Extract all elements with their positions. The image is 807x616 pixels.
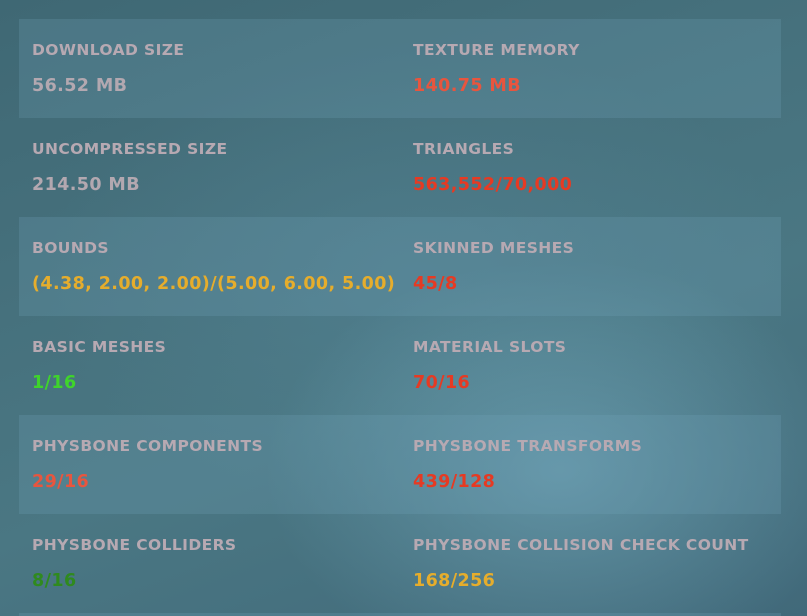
stat-label: SKINNED MESHES	[413, 239, 575, 257]
stats-row-download-texture: DOWNLOAD SIZE 56.52 MB TEXTURE MEMORY 14…	[19, 19, 781, 118]
stat-value: 439/128	[413, 472, 496, 492]
stat-value: 56.52 MB	[32, 76, 128, 96]
stat-physbone-transforms: PHYSBONE TRANSFORMS 439/128	[400, 415, 781, 514]
stat-label: MATERIAL SLOTS	[413, 338, 567, 356]
stat-basic-meshes: BASIC MESHES 1/16	[19, 316, 400, 415]
stat-value: 140.75 MB	[413, 76, 521, 96]
stat-value: 1/16	[32, 373, 77, 393]
stat-value: 29/16	[32, 472, 90, 492]
stat-physbone-colliders: PHYSBONE COLLIDERS 8/16	[19, 514, 400, 613]
stat-value: 168/256	[413, 571, 496, 591]
stat-label: UNCOMPRESSED SIZE	[32, 140, 228, 158]
stat-triangles: TRIANGLES 563,552/70,000	[400, 118, 781, 217]
stat-bounds: BOUNDS (4.38, 2.00, 2.00)/(5.00, 6.00, 5…	[19, 217, 400, 316]
stat-value: (4.38, 2.00, 2.00)/(5.00, 6.00, 5.00)	[32, 274, 396, 294]
stat-value: 214.50 MB	[32, 175, 140, 195]
stat-value: 8/16	[32, 571, 77, 591]
stat-label: BOUNDS	[32, 239, 109, 257]
stat-download-size: DOWNLOAD SIZE 56.52 MB	[19, 19, 400, 118]
stat-physbone-components: PHYSBONE COMPONENTS 29/16	[19, 415, 400, 514]
stats-row-physbone-components-transforms: PHYSBONE COMPONENTS 29/16 PHYSBONE TRANS…	[19, 415, 781, 514]
stat-label: TRIANGLES	[413, 140, 515, 158]
avatar-stats-panel: DOWNLOAD SIZE 56.52 MB TEXTURE MEMORY 14…	[19, 19, 781, 613]
stat-value: 70/16	[413, 373, 471, 393]
stat-physbone-collision-check-count: PHYSBONE COLLISION CHECK COUNT 168/256	[400, 514, 781, 613]
stat-uncompressed-size: UNCOMPRESSED SIZE 214.50 MB	[19, 118, 400, 217]
stat-label: DOWNLOAD SIZE	[32, 41, 185, 59]
stat-label: BASIC MESHES	[32, 338, 167, 356]
stat-value: 563,552/70,000	[413, 175, 573, 195]
stat-label: TEXTURE MEMORY	[413, 41, 580, 59]
stats-row-bounds-skinned: BOUNDS (4.38, 2.00, 2.00)/(5.00, 6.00, 5…	[19, 217, 781, 316]
stats-row-basic-material: BASIC MESHES 1/16 MATERIAL SLOTS 70/16	[19, 316, 781, 415]
stats-row-physbone-colliders-checks: PHYSBONE COLLIDERS 8/16 PHYSBONE COLLISI…	[19, 514, 781, 613]
stat-label: PHYSBONE TRANSFORMS	[413, 437, 643, 455]
stat-label: PHYSBONE COLLIDERS	[32, 536, 237, 554]
stat-skinned-meshes: SKINNED MESHES 45/8	[400, 217, 781, 316]
stat-label: PHYSBONE COLLISION CHECK COUNT	[413, 536, 749, 554]
stat-texture-memory: TEXTURE MEMORY 140.75 MB	[400, 19, 781, 118]
stat-material-slots: MATERIAL SLOTS 70/16	[400, 316, 781, 415]
stat-value: 45/8	[413, 274, 458, 294]
stats-row-uncompressed-triangles: UNCOMPRESSED SIZE 214.50 MB TRIANGLES 56…	[19, 118, 781, 217]
stat-label: PHYSBONE COMPONENTS	[32, 437, 264, 455]
